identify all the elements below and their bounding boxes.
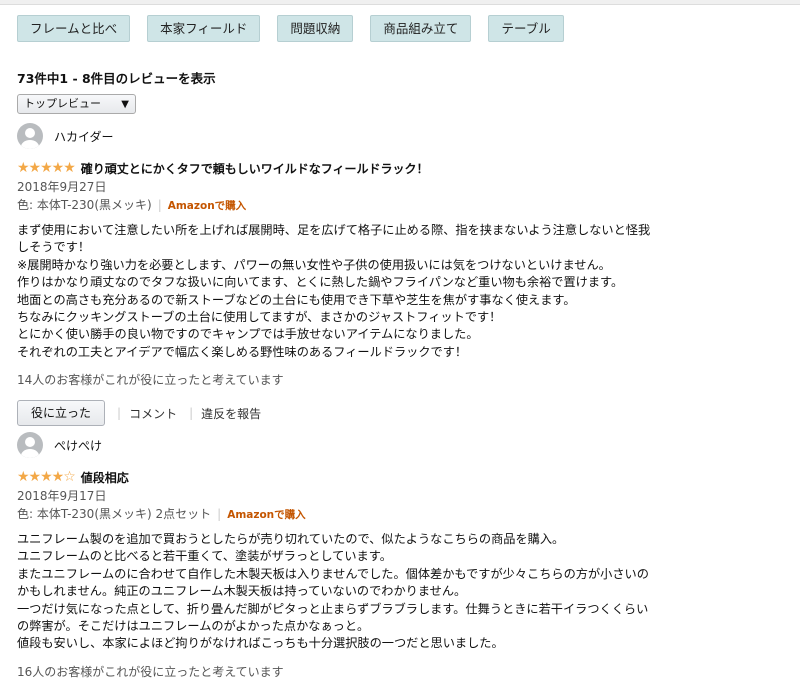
review-item: ハカイダー ★★★★★ 確り頑丈とにかくタフで頼もしいワイルドなフィールドラック… bbox=[17, 123, 777, 427]
reviewer-name: ハカイダー bbox=[54, 129, 114, 144]
tab-frame-compare[interactable]: フレームと比べ bbox=[17, 15, 131, 42]
review-body: ユニフレーム製のを追加で買おうとしたらが売り切れていたので、似たようなこちらの商… bbox=[17, 532, 649, 651]
verified-purchase-badge: Amazonで購入 bbox=[167, 200, 247, 212]
report-abuse-link[interactable]: 違反を報告 bbox=[201, 405, 261, 422]
helpful-count: 16人のお客様がこれが役に立ったと考えています bbox=[17, 664, 284, 679]
reviewer-name: ぺけぺけ bbox=[54, 438, 103, 453]
comment-link[interactable]: コメント bbox=[129, 405, 177, 422]
review-body: まず使用において注意したい所を上げれば展開時、足を広げて格子に止める際、指を挟ま… bbox=[17, 223, 651, 359]
review-date: 2018年9月27日 bbox=[17, 180, 107, 194]
variant-link[interactable]: 色: 本体T-230(黒メッキ) 2点セット bbox=[17, 507, 211, 521]
helpful-count: 14人のお客様がこれが役に立ったと考えています bbox=[17, 373, 284, 388]
review-title[interactable]: 値段相応 bbox=[81, 469, 129, 486]
review-actions: 役に立った | コメント | 違反を報告 bbox=[17, 400, 777, 427]
reviewer-profile[interactable]: ぺけぺけ bbox=[17, 432, 777, 458]
sort-selected-value: トップレビュー bbox=[24, 97, 101, 110]
review-title[interactable]: 確り頑丈とにかくタフで頼もしいワイルドなフィールドラック！ bbox=[81, 160, 429, 177]
avatar-icon bbox=[17, 432, 43, 458]
review-meta: 色: 本体T-230(黒メッキ) 2点セット | Amazonで購入 bbox=[17, 507, 306, 521]
helpful-button[interactable]: 役に立った bbox=[17, 400, 106, 427]
variant-link[interactable]: 色: 本体T-230(黒メッキ) bbox=[17, 198, 152, 212]
tab-storage-issue[interactable]: 問題収納 bbox=[277, 15, 354, 42]
top-border bbox=[0, 0, 800, 5]
chevron-down-icon: ▼ bbox=[121, 99, 129, 110]
reviewer-profile[interactable]: ハカイダー bbox=[17, 123, 777, 149]
tab-table[interactable]: テーブル bbox=[488, 15, 564, 42]
tab-honke-field[interactable]: 本家フィールド bbox=[147, 15, 261, 42]
verified-purchase-badge: Amazonで購入 bbox=[227, 509, 306, 521]
tab-assembly[interactable]: 商品組み立て bbox=[370, 15, 472, 42]
sort-select[interactable]: トップレビュー ▼ bbox=[17, 94, 136, 114]
review-meta: 色: 本体T-230(黒メッキ) | Amazonで購入 bbox=[17, 198, 247, 212]
review-item: ぺけぺけ ★★★★☆ 値段相応 2018年9月17日 色: 本体T-230(黒メ… bbox=[17, 432, 777, 680]
star-rating-icon[interactable]: ★★★★★ bbox=[17, 160, 76, 176]
avatar-icon bbox=[17, 123, 43, 149]
star-rating-icon[interactable]: ★★★★☆ bbox=[17, 469, 76, 485]
review-date: 2018年9月17日 bbox=[17, 489, 107, 503]
review-count: 73件中1 - 8件目のレビューを表示 bbox=[17, 71, 216, 86]
filter-tabs: フレームと比べ 本家フィールド 問題収納 商品組み立て テーブル bbox=[17, 15, 581, 42]
